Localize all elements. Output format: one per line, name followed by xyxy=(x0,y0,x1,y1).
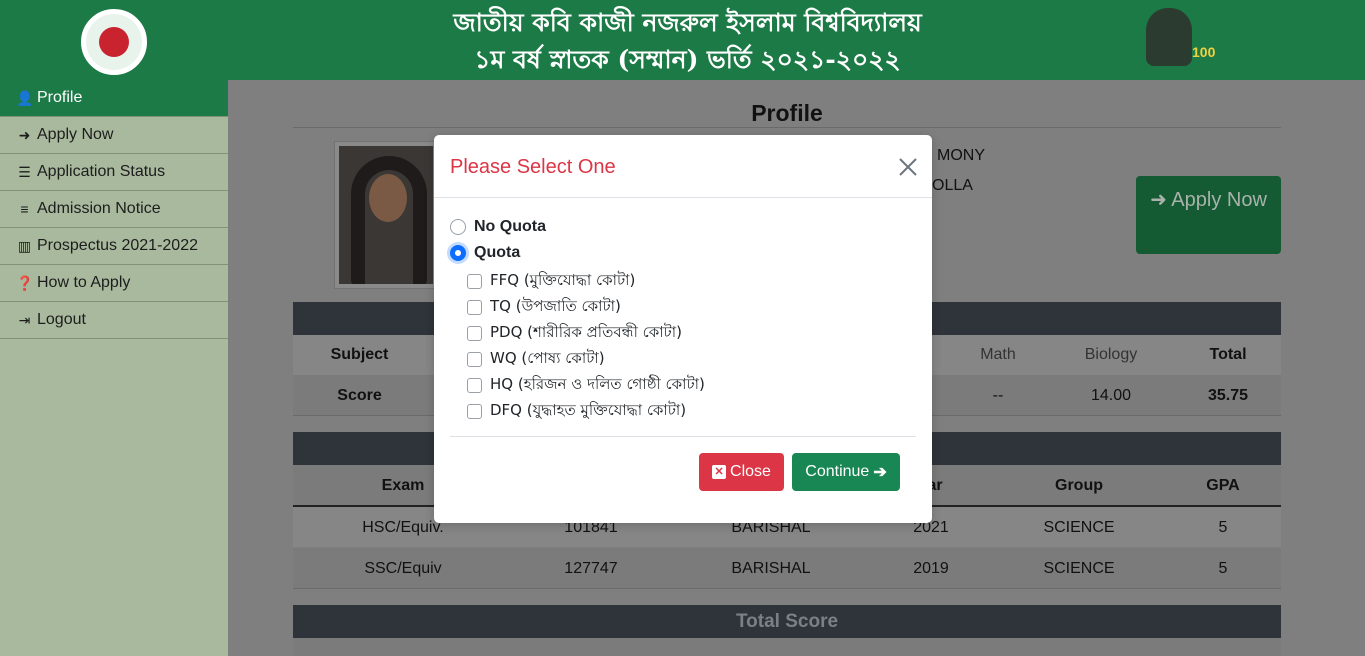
question-circle-icon: ❓ xyxy=(16,274,34,291)
no-quota-label: No Quota xyxy=(474,218,546,235)
apply-now-label: Apply Now xyxy=(1171,189,1267,211)
total-header: Total xyxy=(1209,346,1247,363)
quota-type-dfq[interactable]: DFQ (যুদ্ধাহত মুক্তিযোদ্ধা কোটা) xyxy=(467,399,686,424)
header-title-line1: জাতীয় কবি কাজী নজরুল ইসলাম বিশ্ববিদ্যাল… xyxy=(453,8,922,37)
quota-type-ffq[interactable]: FFQ (মুক্তিযোদ্ধা কোটা) xyxy=(467,269,635,294)
list-check-icon: ☰ xyxy=(18,163,31,180)
quota-type-wq[interactable]: WQ (পোষ্য কোটা) xyxy=(467,347,605,372)
quota-type-label: PDQ (শারীরিক প্রতিবন্ধী কোটা) xyxy=(490,323,682,341)
parent-name-fragment: OLLA xyxy=(932,177,973,194)
header-title: জাতীয় কবি কাজী নজরুল ইসলাম বিশ্ববিদ্যাল… xyxy=(300,4,1075,78)
sign-out-icon: ⇥ xyxy=(18,311,31,328)
total-score: 35.75 xyxy=(1207,387,1249,404)
exam-cell: SSC/Equiv xyxy=(364,560,442,577)
mujib-100-badge: 100 xyxy=(1192,44,1216,60)
user-icon: 👤 xyxy=(16,89,34,106)
arrow-right-icon: ➔ xyxy=(873,464,887,481)
quota-type-label: WQ (পোষ্য কোটা) xyxy=(490,349,605,367)
quota-type-hq[interactable]: HQ (হরিজন ও দলিত গোষ্ঠী কোটা) xyxy=(467,373,705,398)
modal-footer-divider xyxy=(450,436,916,437)
score-label: Score xyxy=(337,387,382,404)
dfq-checkbox[interactable] xyxy=(467,404,482,419)
continue-button-label: Continue xyxy=(805,463,870,480)
university-seal-icon xyxy=(86,14,142,70)
math-header: Math xyxy=(980,346,1016,363)
sign-in-icon: ➜ xyxy=(1150,189,1172,211)
biology-header: Biology xyxy=(1084,346,1138,363)
sidebar: 👤 Profile ➜ Apply Now ☰ Application Stat… xyxy=(0,80,228,656)
quota-type-label: FFQ (মুক্তিযোদ্ধা কোটা) xyxy=(490,271,636,289)
sidebar-item-profile[interactable]: 👤 Profile xyxy=(0,80,228,117)
no-quota-option[interactable]: No Quota xyxy=(450,218,546,236)
quota-type-pdq[interactable]: PDQ (শারীরিক প্রতিবন্ধী কোটা) xyxy=(467,321,682,346)
quota-type-label: DFQ (যুদ্ধাহত মুক্তিযোদ্ধা কোটা) xyxy=(490,401,687,419)
university-logo xyxy=(78,6,150,78)
table-row: SSC/Equiv 127747 BARISHAL 2019 SCIENCE 5 xyxy=(293,548,1281,588)
gpa-cell: 5 xyxy=(1218,560,1228,577)
bar-chart-icon: ▥ xyxy=(17,237,32,254)
sidebar-item-label: Application Status xyxy=(37,163,166,180)
sidebar-item-apply-now[interactable]: ➜ Apply Now xyxy=(0,117,228,154)
bars-icon: ≡ xyxy=(20,201,29,217)
pdq-checkbox[interactable] xyxy=(467,326,482,341)
header-title-line2: ১ম বর্ষ স্নাতক (সম্মান) ভর্তি ২০২১-২০২২ xyxy=(474,45,901,74)
wq-checkbox[interactable] xyxy=(467,352,482,367)
title-divider xyxy=(293,127,1281,128)
sidebar-item-prospectus[interactable]: ▥ Prospectus 2021-2022 xyxy=(0,228,228,265)
sidebar-item-application-status[interactable]: ☰ Application Status xyxy=(0,154,228,191)
sidebar-item-label: Apply Now xyxy=(37,126,114,143)
biology-score: 14.00 xyxy=(1090,387,1132,404)
sidebar-item-label: How to Apply xyxy=(37,274,131,291)
group-header: Group xyxy=(1055,477,1103,494)
roll-cell: 127747 xyxy=(564,560,618,577)
quota-type-tq[interactable]: TQ (উপজাতি কোটা) xyxy=(467,295,621,320)
group-cell: SCIENCE xyxy=(1043,519,1115,536)
math-score: -- xyxy=(992,387,1004,404)
close-square-icon: ✕ xyxy=(712,465,727,479)
sidebar-item-label: Logout xyxy=(37,311,86,328)
page-title: Profile xyxy=(751,100,823,126)
sidebar-item-admission-notice[interactable]: ≡ Admission Notice xyxy=(0,191,228,228)
modal-title: Please Select One xyxy=(450,156,616,178)
continue-button[interactable]: Continue ➔ xyxy=(792,453,900,491)
hq-checkbox[interactable] xyxy=(467,378,482,393)
tq-checkbox[interactable] xyxy=(467,300,482,315)
quota-type-label: TQ (উপজাতি কোটা) xyxy=(490,297,621,315)
sidebar-item-how-to-apply[interactable]: ❓ How to Apply xyxy=(0,265,228,302)
apply-now-button[interactable]: ➜ Apply Now xyxy=(1136,176,1281,254)
sidebar-item-label: Admission Notice xyxy=(37,200,161,217)
sidebar-item-logout[interactable]: ⇥ Logout xyxy=(0,302,228,339)
close-button[interactable]: ✕ Close xyxy=(699,453,784,491)
total-score-header-row xyxy=(293,638,1281,656)
divider xyxy=(293,588,1281,589)
ffq-checkbox[interactable] xyxy=(467,274,482,289)
sidebar-item-label: Profile xyxy=(37,89,83,106)
quota-radio[interactable] xyxy=(450,245,466,261)
applicant-name-fragment: MONY xyxy=(937,147,985,164)
close-icon[interactable] xyxy=(896,155,920,179)
group-cell: SCIENCE xyxy=(1043,560,1115,577)
sign-in-icon: ➜ xyxy=(18,126,31,143)
applicant-photo xyxy=(334,141,438,289)
mujib-100-logo: 100 xyxy=(1146,8,1242,74)
site-header: জাতীয় কবি কাজী নজরুল ইসলাম বিশ্ববিদ্যাল… xyxy=(0,0,1365,80)
modal-header-divider xyxy=(434,197,932,198)
sidebar-item-label: Prospectus 2021-2022 xyxy=(37,237,198,254)
gpa-header: GPA xyxy=(1206,477,1240,494)
no-quota-radio[interactable] xyxy=(450,219,466,235)
subject-header: Subject xyxy=(330,346,389,363)
portrait-icon xyxy=(1146,8,1192,66)
total-score-title: Total Score xyxy=(293,605,1281,638)
gpa-cell: 5 xyxy=(1218,519,1228,536)
year-cell: 2019 xyxy=(913,560,949,577)
close-button-label: Close xyxy=(730,463,771,480)
board-cell: BARISHAL xyxy=(731,560,811,577)
quota-option[interactable]: Quota xyxy=(450,244,520,262)
quota-type-label: HQ (হরিজন ও দলিত গোষ্ঠী কোটা) xyxy=(490,375,705,393)
quota-label: Quota xyxy=(474,244,521,261)
quota-modal: Please Select One No Quota Quota FFQ (মু… xyxy=(434,135,932,523)
